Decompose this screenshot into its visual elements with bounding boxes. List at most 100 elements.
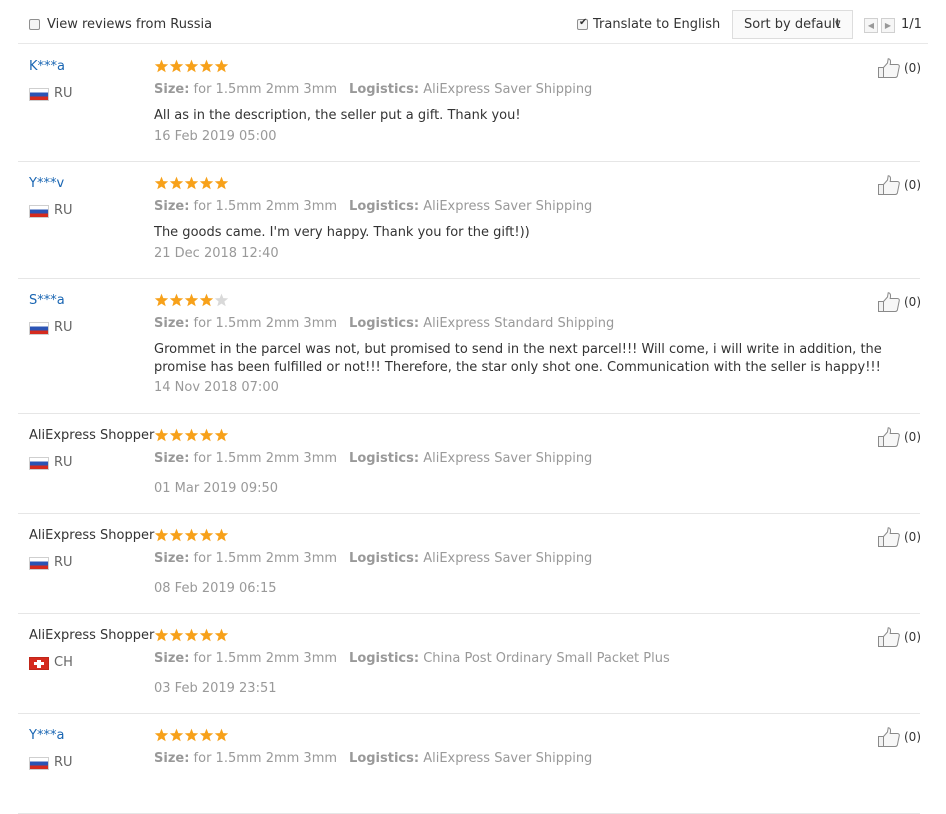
country-code: RU	[54, 455, 73, 470]
star-icon	[184, 728, 199, 742]
country-code: RU	[54, 555, 73, 570]
star-icon	[154, 428, 169, 442]
country-flag-icon	[29, 457, 49, 470]
star-icon	[154, 528, 169, 542]
country-code: CH	[54, 655, 73, 670]
size-value: for 1.5mm 2mm 3mm	[193, 199, 338, 214]
star-icon	[184, 59, 199, 73]
size-value: for 1.5mm 2mm 3mm	[193, 751, 338, 766]
star-icon	[214, 176, 229, 190]
thumbs-up-icon[interactable]	[877, 627, 901, 647]
thumbs-up-icon[interactable]	[877, 427, 901, 447]
rating-stars	[154, 176, 234, 192]
next-page-button[interactable]: ▶	[881, 18, 895, 33]
sort-dropdown[interactable]: Sort by default ∨	[732, 10, 853, 39]
star-icon	[214, 528, 229, 542]
size-label: Size:	[154, 751, 190, 766]
size-value: for 1.5mm 2mm 3mm	[193, 451, 338, 466]
size-label: Size:	[154, 82, 190, 97]
thumbs-up-icon[interactable]	[877, 727, 901, 747]
reviewer-name: AliExpress Shopper	[29, 628, 155, 643]
translate-checkbox[interactable]: ✔	[577, 17, 588, 30]
star-icon	[184, 176, 199, 190]
star-icon	[214, 428, 229, 442]
review-item: S***a RU Size: for 1.5mm 2mm 3mm Logistics:…	[18, 279, 921, 414]
review-meta: Size: for 1.5mm 2mm 3mm Logistics: AliExp…	[154, 82, 592, 98]
review-date: 03 Feb 2019 23:51	[154, 681, 277, 696]
reviewer-name[interactable]: Y***a	[29, 728, 64, 744]
size-value: for 1.5mm 2mm 3mm	[193, 82, 338, 97]
country-flag-icon	[29, 757, 49, 770]
size-label: Size:	[154, 451, 190, 466]
star-icon	[169, 728, 184, 742]
logistics-label: Logistics:	[349, 551, 420, 566]
star-icon	[199, 176, 214, 190]
reviewer-name: AliExpress Shopper	[29, 428, 155, 443]
star-icon	[184, 428, 199, 442]
rating-stars	[154, 428, 234, 444]
star-icon	[199, 728, 214, 742]
like-count: (0)	[904, 178, 921, 192]
like-count: (0)	[904, 295, 921, 309]
rating-stars	[154, 293, 234, 309]
country-code: RU	[54, 86, 73, 101]
page-indicator: 1/1	[901, 17, 922, 32]
logistics-label: Logistics:	[349, 751, 420, 766]
logistics-value: AliExpress Saver Shipping	[423, 199, 593, 214]
russia-filter-label[interactable]: View reviews from Russia	[47, 17, 212, 33]
review-item: Y***a RU Size: for 1.5mm 2mm 3mm Logistics:…	[18, 714, 921, 814]
country-code: RU	[54, 755, 73, 770]
reviewer-name[interactable]: Y***v	[29, 176, 64, 192]
like-count: (0)	[904, 430, 921, 444]
review-text: The goods came. I'm very happy. Thank yo…	[154, 225, 530, 240]
like-count: (0)	[904, 61, 921, 75]
country-flag-icon	[29, 322, 49, 335]
reviewer-name[interactable]: S***a	[29, 293, 65, 309]
review-item: AliExpress Shopper RU Size: for 1.5mm 2mm …	[18, 414, 921, 514]
review-meta: Size: for 1.5mm 2mm 3mm Logistics: AliExp…	[154, 316, 614, 332]
size-value: for 1.5mm 2mm 3mm	[193, 551, 338, 566]
star-icon	[199, 293, 214, 307]
review-date: 14 Nov 2018 07:00	[154, 380, 279, 395]
russia-checkbox[interactable]	[29, 19, 40, 30]
country-flag-icon	[29, 88, 49, 101]
rating-stars	[154, 59, 234, 75]
star-icon	[214, 628, 229, 642]
reviews-toolbar: View reviews from Russia ✔ Translate to …	[18, 0, 928, 44]
logistics-label: Logistics:	[349, 651, 420, 666]
star-icon	[199, 528, 214, 542]
review-meta: Size: for 1.5mm 2mm 3mm Logistics: AliExp…	[154, 451, 592, 467]
country-flag-icon	[29, 557, 49, 570]
review-meta: Size: for 1.5mm 2mm 3mm Logistics: AliExp…	[154, 551, 592, 567]
thumbs-up-icon[interactable]	[877, 527, 901, 547]
rating-stars	[154, 528, 234, 544]
review-date: 08 Feb 2019 06:15	[154, 581, 277, 596]
star-icon	[154, 293, 169, 307]
thumbs-up-icon[interactable]	[877, 58, 901, 78]
star-icon	[214, 728, 229, 742]
like-count: (0)	[904, 730, 921, 744]
review-date: 01 Mar 2019 09:50	[154, 481, 279, 496]
chevron-down-icon: ∨	[834, 19, 842, 30]
review-meta: Size: for 1.5mm 2mm 3mm Logistics: China …	[154, 651, 670, 667]
thumbs-up-icon[interactable]	[877, 292, 901, 312]
star-icon	[169, 59, 184, 73]
rating-stars	[154, 628, 234, 644]
translate-label[interactable]: Translate to English	[593, 17, 720, 33]
prev-page-button[interactable]: ◀	[864, 18, 878, 33]
review-date: 16 Feb 2019 05:00	[154, 129, 277, 144]
star-icon	[184, 528, 199, 542]
size-value: for 1.5mm 2mm 3mm	[193, 651, 338, 666]
star-icon	[199, 628, 214, 642]
star-icon	[169, 428, 184, 442]
logistics-value: AliExpress Saver Shipping	[423, 82, 593, 97]
review-item: K***a RU Size: for 1.5mm 2mm 3mm Logistics:…	[18, 45, 921, 162]
star-icon	[199, 428, 214, 442]
star-icon	[154, 628, 169, 642]
thumbs-up-icon[interactable]	[877, 175, 901, 195]
sort-label: Sort by default	[744, 17, 841, 32]
review-meta: Size: for 1.5mm 2mm 3mm Logistics: AliExp…	[154, 751, 592, 767]
star-icon	[169, 628, 184, 642]
reviewer-name[interactable]: K***a	[29, 59, 65, 75]
star-icon	[184, 628, 199, 642]
